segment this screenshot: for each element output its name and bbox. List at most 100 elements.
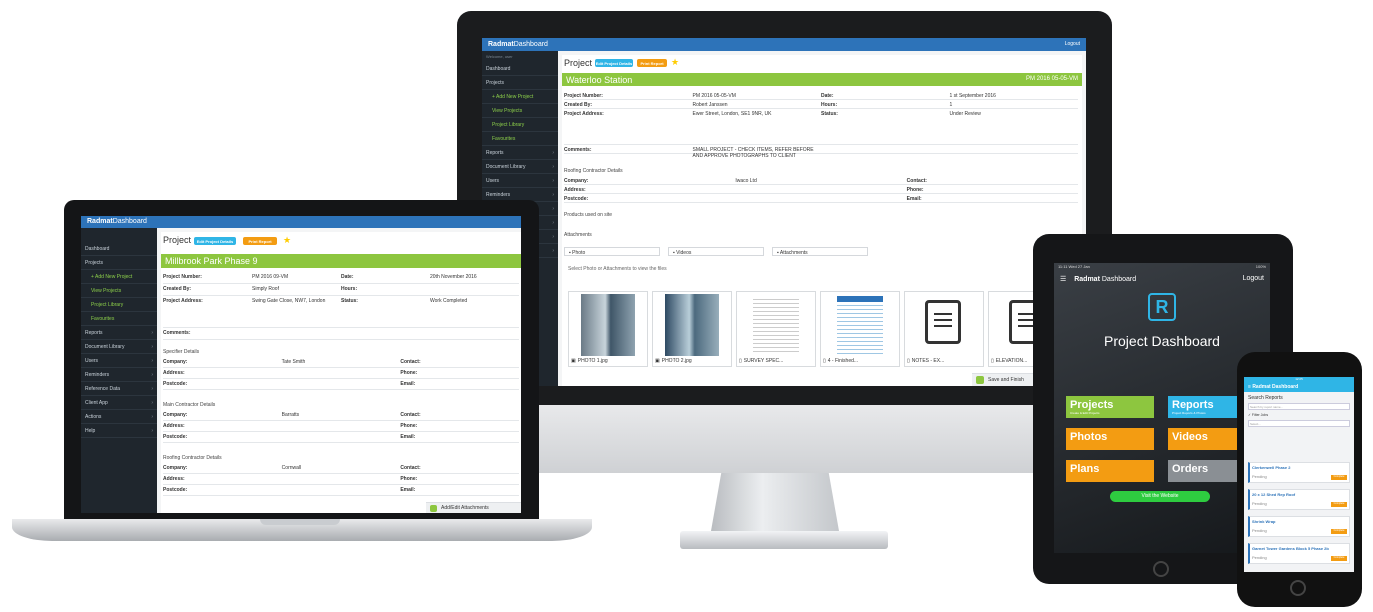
field-value: SMALL PROJECT - CHECK ITEMS, REFER BEFOR… — [692, 147, 814, 159]
field-label: Comments: — [564, 147, 592, 153]
filter-select[interactable]: Select... — [1248, 420, 1350, 427]
sidebar-item[interactable]: Users › — [482, 174, 558, 188]
search-input[interactable]: Search by report name... — [1248, 403, 1350, 410]
phone-home-button[interactable] — [1290, 580, 1306, 596]
menu-icon[interactable]: ≡ — [1248, 384, 1251, 390]
field-label: Email: — [400, 487, 416, 493]
file-icon: ▯ — [739, 358, 742, 364]
sidebar-item[interactable]: Users › — [81, 354, 157, 368]
logout-link[interactable]: Logout — [1243, 275, 1264, 282]
field-label: Address: — [163, 370, 185, 376]
field-value — [282, 487, 401, 495]
sidebar-item[interactable]: Actions › — [81, 410, 157, 424]
sidebar-item[interactable]: Reports › — [482, 146, 558, 160]
file-thumbnail[interactable]: ▣ PHOTO 2.jpg — [652, 291, 732, 367]
field-label: Address: — [163, 476, 185, 482]
sidebar-item[interactable]: View Projects — [482, 104, 558, 118]
favourite-star-icon[interactable]: ★ — [671, 57, 679, 68]
sidebar-item[interactable]: Projects — [81, 256, 157, 270]
sidebar-item[interactable]: Dashboard — [482, 62, 558, 76]
attachment-tab[interactable]: ▪ Photo — [564, 247, 660, 256]
sidebar-item[interactable]: Favourites — [81, 312, 157, 326]
sidebar-item[interactable]: + Add New Project — [482, 90, 558, 104]
print-report-button[interactable]: Print Report — [637, 59, 667, 67]
file-caption: ▯ ELEVATION... — [991, 358, 1028, 364]
sidebar-item[interactable]: + Add New Project — [81, 270, 157, 284]
field-label: Company: — [564, 178, 589, 184]
sidebar-item[interactable]: Document Library › — [482, 160, 558, 174]
page-title: Project — [564, 58, 593, 68]
file-icon: ▣ — [571, 358, 576, 364]
field-value: Under Review — [949, 111, 981, 117]
attachment-tab[interactable]: ▪ Attachments — [772, 247, 868, 256]
chevron-right-icon: › — [552, 247, 554, 254]
field-label: Created By: — [564, 102, 593, 108]
tile-label: Plans — [1070, 463, 1100, 475]
logout-link[interactable]: Logout — [1065, 41, 1080, 47]
sidebar-list: Dashboard Projects + Add New Project View P… — [81, 242, 157, 438]
file-thumbnail[interactable]: ▯ SURVEY SPEC... — [736, 291, 816, 367]
chevron-right-icon: › — [151, 399, 153, 406]
sidebar-item[interactable]: Project Library — [81, 298, 157, 312]
file-thumbnail[interactable]: ▯ 4 - Finished... — [820, 291, 900, 367]
table-row: Project Number: PM 2016 05-05-VM Date: 1 st… — [564, 91, 1078, 100]
table-row: Project Address: Swing Gate Close, NW7, L… — [163, 296, 519, 328]
sidebar-item[interactable]: Reference Data › — [81, 382, 157, 396]
file-icon: ▯ — [823, 358, 826, 364]
table-row: Project Number: PM 2016 09-VM Date: 20th No… — [163, 272, 519, 284]
sidebar-item-label: Favourites — [492, 135, 516, 142]
sidebar-item-label: Dashboard — [85, 245, 110, 252]
edit-project-button[interactable]: Edit Project Details — [194, 237, 236, 245]
sidebar-item[interactable]: Reports › — [81, 326, 157, 340]
dashboard-tile[interactable]: Plans — [1066, 460, 1154, 482]
status-badge: Complete — [1331, 475, 1347, 480]
report-card[interactable]: Clerkenwell Phase 2 Pending Complete — [1248, 462, 1350, 483]
table-row: Company: Barratts Contact: — [163, 410, 519, 421]
sidebar-item[interactable]: Favourites — [482, 132, 558, 146]
menu-icon[interactable]: ☰ — [1060, 276, 1066, 283]
brand-light: Dashboard — [112, 218, 147, 225]
sidebar-item[interactable]: Help › — [81, 424, 157, 438]
project-details-table: Project Number: PM 2016 09-VM Date: 20th No… — [163, 272, 519, 340]
attachments-button[interactable]: Add/Edit Attachments — [441, 506, 489, 511]
sidebar-item[interactable]: View Projects — [81, 284, 157, 298]
status-time: 11:11 Wed 27 Jan — [1058, 264, 1090, 269]
section-title: Search Reports — [1248, 395, 1283, 401]
sidebar-item[interactable]: Dashboard — [81, 242, 157, 256]
visit-website-button[interactable]: Visit the Website — [1110, 491, 1210, 502]
report-card[interactable]: 20 x 12 Shed Rep Roof Pending Complete — [1248, 489, 1350, 510]
report-card[interactable]: Garnet Tower Gardens Block 5 Phase 2b Pen… — [1248, 543, 1350, 564]
field-label — [341, 330, 430, 339]
top-bar: RadmatDashboard — [81, 216, 521, 228]
dashboard-tile[interactable]: Photos — [1066, 428, 1154, 450]
file-icon: ▯ — [907, 358, 910, 364]
report-card[interactable]: Shrink Wrap Pending Complete — [1248, 516, 1350, 537]
tablet-home-button[interactable] — [1153, 561, 1169, 577]
attachment-tab[interactable]: ▪ Videos — [668, 247, 764, 256]
field-value — [735, 196, 906, 202]
sidebar-item[interactable]: Reminders › — [81, 368, 157, 382]
sidebar-item[interactable]: Client App › — [81, 396, 157, 410]
table-row: Company: Iwaco Ltd Contact: — [564, 176, 1078, 185]
sidebar-item[interactable]: Projects — [482, 76, 558, 90]
favourite-star-icon[interactable]: ★ — [283, 235, 291, 246]
file-thumbnail[interactable]: ▯ NOTES - EX... — [904, 291, 984, 367]
filter-toggle[interactable]: ✓ Filter Jobs — [1248, 413, 1268, 417]
edit-project-button[interactable]: Edit Project Details — [595, 59, 633, 67]
chevron-right-icon: › — [151, 343, 153, 350]
table-row: Created By: Robert Janssen Hours: 1 — [564, 100, 1078, 109]
dashboard-tile[interactable]: Projects Create & Edit Projects — [1066, 396, 1154, 418]
field-label: Phone: — [400, 423, 418, 429]
file-thumbnail[interactable]: ▣ PHOTO 1.jpg — [568, 291, 648, 367]
phone-header: ≡ Radmat Dashboard — [1244, 382, 1354, 392]
sidebar-item[interactable]: Document Library › — [81, 340, 157, 354]
main-contractor-section-title: Main Contractor Details — [163, 402, 216, 408]
sidebar-item[interactable]: Project Library — [482, 118, 558, 132]
save-finish-button[interactable]: Save and Finish — [988, 378, 1024, 383]
field-label: Company: — [163, 359, 188, 365]
field-label: Address: — [564, 187, 586, 193]
sidebar-item-label: Project Library — [492, 121, 525, 128]
sidebar-item-label: View Projects — [91, 287, 122, 294]
status-badge: Complete — [1331, 502, 1347, 507]
print-report-button[interactable]: Print Report — [243, 237, 277, 245]
